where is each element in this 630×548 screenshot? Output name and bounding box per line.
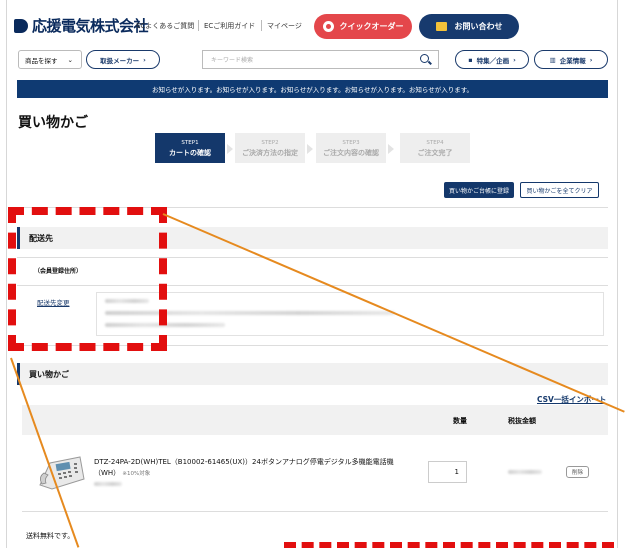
step-arrow — [307, 144, 313, 154]
product-name[interactable]: DTZ-24PA-2D(WH)TEL（B10002-61465(UX)）24ボタ… — [94, 457, 414, 480]
company-button[interactable]: ▥ 企業情報 › — [534, 50, 608, 69]
save-cart-button[interactable]: 買い物かご台帳に登録 — [444, 182, 514, 198]
category-select-label: 商品を探す — [25, 56, 58, 65]
step-number: STEP1 — [181, 140, 199, 146]
megaphone-icon: ▪ — [468, 55, 473, 64]
step-arrow — [388, 144, 394, 154]
quick-order-button[interactable]: クイックオーダー — [314, 14, 412, 39]
step-number: STEP2 — [261, 140, 279, 146]
company-logo[interactable]: 応援電気株式会社 — [32, 15, 149, 36]
search-icon[interactable] — [420, 54, 429, 63]
chevron-right-icon: › — [589, 55, 593, 64]
step-4: STEP4 ご注文完了 — [400, 133, 470, 163]
product-phone-image[interactable] — [34, 451, 86, 493]
quantity-column-header: 数量 — [453, 417, 467, 425]
feature-button[interactable]: ▪ 特集／企画 › — [455, 50, 529, 69]
header-divider — [198, 20, 199, 31]
chevron-right-icon: › — [143, 55, 146, 64]
notice-banner: お知らせが入ります。お知らせが入ります。お知らせが入ります。お知らせが入ります。… — [17, 80, 608, 98]
free-shipping-note: 送料無料です。 — [26, 532, 75, 540]
chevron-right-icon: › — [513, 55, 516, 64]
step-arrow — [227, 144, 233, 154]
faq-link[interactable]: ECよくあるご質問 — [136, 21, 194, 31]
tax-note: ※10%対象 — [122, 471, 151, 477]
step-number: STEP4 — [426, 140, 444, 146]
step-number: STEP3 — [342, 140, 360, 146]
annotation-highlight-box — [8, 207, 167, 351]
header-divider — [261, 20, 262, 31]
feature-button-label: 特集／企画 — [476, 56, 510, 65]
company-button-label: 企業情報 — [559, 56, 586, 65]
redacted-code — [94, 482, 122, 486]
step-label: カートの確認 — [169, 149, 211, 157]
chevron-down-icon: ⌄ — [67, 55, 73, 64]
mypage-link[interactable]: マイページ — [267, 21, 302, 31]
price-column-header: 税抜金額 — [508, 417, 536, 425]
step-1: STEP1 カートの確認 — [155, 133, 225, 163]
redacted-price — [508, 470, 542, 474]
step-3: STEP3 ご注文内容の確認 — [316, 133, 386, 163]
divider — [22, 511, 608, 512]
annotation-highlight-edge — [284, 542, 614, 548]
quick-order-label: クイックオーダー — [339, 22, 404, 31]
step-label: ご注文完了 — [417, 149, 453, 157]
contact-button[interactable]: お問い合わせ — [419, 14, 519, 39]
clear-cart-button[interactable]: 買い物かごを全てクリア — [520, 182, 599, 198]
page-title: 買い物かご — [18, 115, 88, 131]
maker-button[interactable]: 取扱メーカー › — [86, 50, 160, 69]
guide-link[interactable]: ECご利用ガイド — [204, 21, 255, 31]
delete-button[interactable]: 削除 — [566, 466, 589, 478]
step-label: ご注文内容の確認 — [323, 149, 379, 157]
step-2: STEP2 ご決済方法の指定 — [235, 133, 305, 163]
mail-icon — [435, 22, 447, 31]
building-icon: ▥ — [549, 55, 556, 64]
search-input[interactable]: キーワード検索 — [202, 50, 439, 69]
category-select[interactable]: 商品を探す ⌄ — [18, 50, 82, 69]
quantity-input[interactable]: 1 — [428, 461, 467, 483]
clock-icon — [322, 21, 334, 32]
contact-label: お問い合わせ — [454, 22, 503, 31]
logo-icon — [14, 19, 28, 33]
step-label: ご決済方法の指定 — [242, 149, 298, 157]
shipping-address-box — [96, 292, 604, 336]
maker-button-label: 取扱メーカー — [100, 56, 140, 65]
